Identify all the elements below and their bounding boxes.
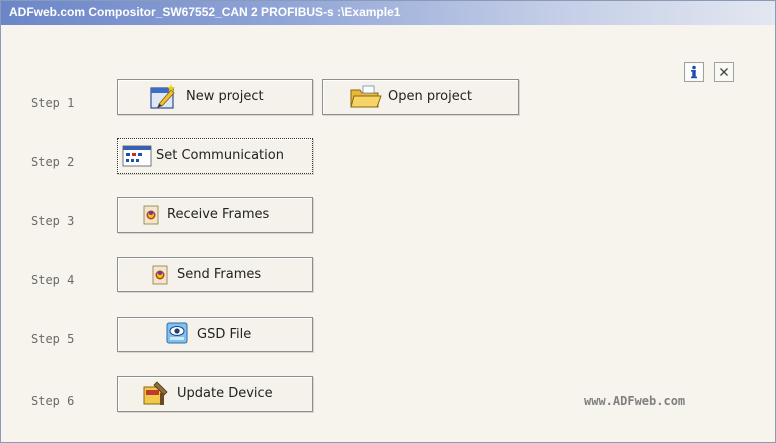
step-2-label: Step 2 — [31, 155, 75, 169]
step-6-label: Step 6 — [31, 394, 75, 408]
step-5-label: Step 5 — [31, 332, 75, 346]
receive-frames-label: Receive Frames — [167, 207, 270, 222]
send-frames-button[interactable]: Send Frames — [117, 257, 313, 292]
info-button[interactable] — [684, 62, 704, 82]
receive-frames-button[interactable]: Receive Frames — [117, 197, 313, 233]
frame-icon — [152, 265, 168, 289]
communication-icon — [122, 145, 152, 171]
website-link[interactable]: www.ADFweb.com — [584, 394, 685, 408]
set-communication-label: Set Communication — [156, 148, 284, 163]
title-bar: ADFweb.com Compositor_SW67552_CAN 2 PROF… — [1, 1, 775, 25]
step-3-label: Step 3 — [31, 214, 75, 228]
close-button[interactable] — [714, 62, 734, 82]
gsd-file-icon — [165, 321, 189, 349]
main-window: ADFweb.com Compositor_SW67552_CAN 2 PROF… — [0, 0, 776, 443]
open-project-label: Open project — [388, 89, 472, 104]
set-communication-button[interactable]: Set Communication — [117, 138, 313, 174]
update-device-button[interactable]: Update Device — [117, 376, 313, 412]
new-project-button[interactable]: New project — [117, 79, 313, 115]
new-project-icon — [149, 84, 179, 114]
window-title: ADFweb.com Compositor_SW67552_CAN 2 PROF… — [9, 5, 401, 19]
open-project-button[interactable]: Open project — [322, 79, 519, 115]
gsd-file-button[interactable]: GSD File — [117, 317, 313, 352]
frame-icon — [143, 205, 159, 229]
folder-icon — [350, 85, 382, 113]
step-4-label: Step 4 — [31, 273, 75, 287]
gsd-file-label: GSD File — [197, 327, 252, 342]
close-icon — [720, 68, 728, 76]
send-frames-label: Send Frames — [177, 267, 262, 282]
new-project-label: New project — [186, 89, 264, 104]
update-device-label: Update Device — [177, 386, 273, 401]
info-icon — [686, 64, 702, 80]
update-device-icon — [143, 380, 169, 410]
step-1-label: Step 1 — [31, 96, 75, 110]
